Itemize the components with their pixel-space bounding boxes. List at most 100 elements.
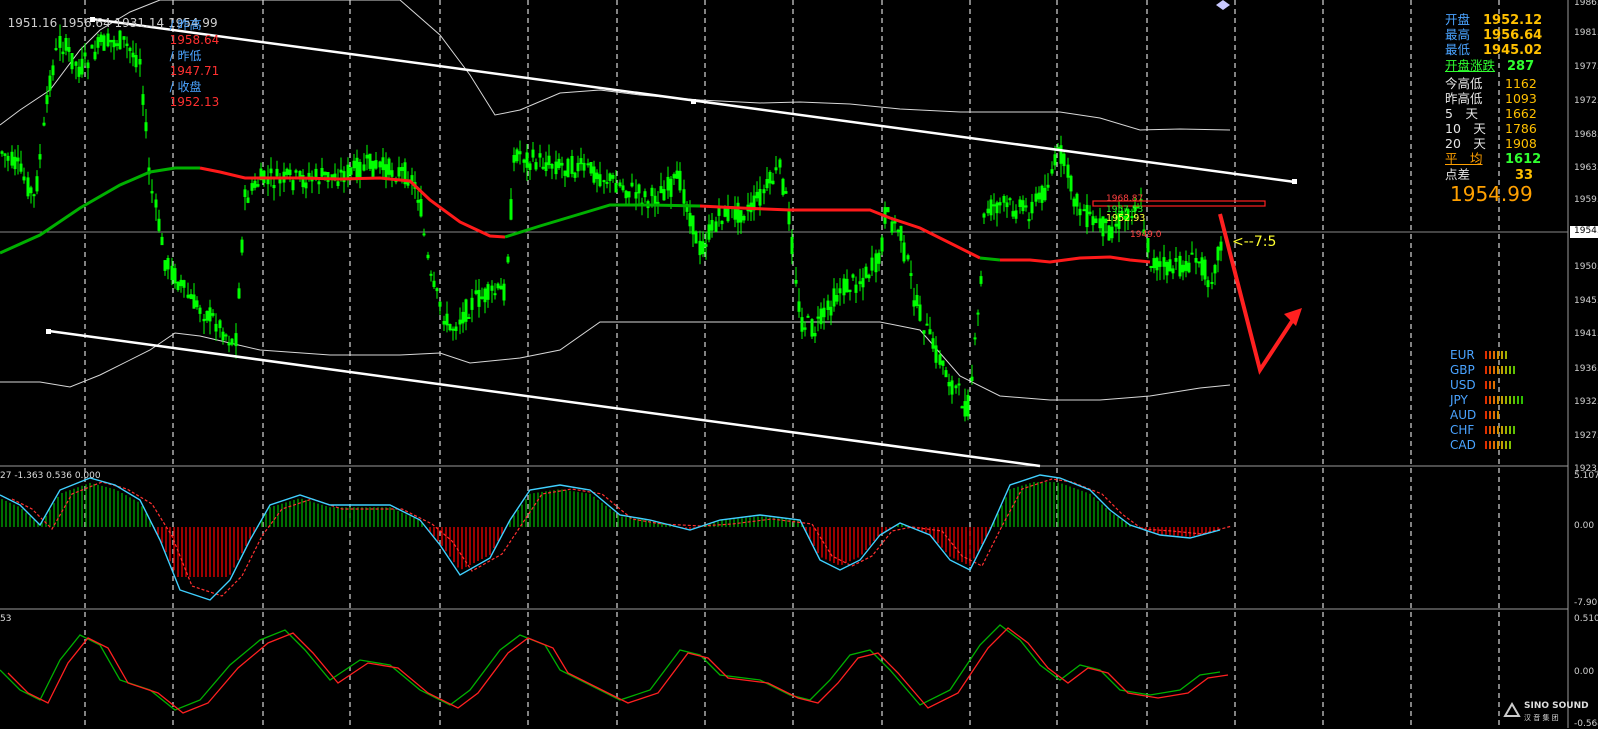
strength-bar (1501, 366, 1503, 374)
strength-bar (1489, 366, 1491, 374)
d20-label: 20 天 (1445, 136, 1486, 151)
strength-bar (1497, 411, 1499, 419)
strength-bar (1517, 396, 1519, 404)
candle-body (957, 383, 961, 386)
channel-anchor-2[interactable] (691, 99, 696, 104)
strength-bar (1497, 441, 1499, 449)
info-low: 最低 1945.02 (1445, 42, 1542, 58)
price-axis-label: 1950.30 (1574, 262, 1598, 272)
candle-body (224, 334, 228, 337)
event-marker-icon[interactable] (1216, 0, 1230, 10)
change-value: 287 (1507, 59, 1535, 74)
prev-low-value: 1947.71 (169, 64, 220, 78)
info-20d: 20 天 1908 (1445, 136, 1537, 151)
prev-close-value: 1952.13 (169, 95, 220, 109)
info-5d: 5 天 1662 (1445, 106, 1537, 121)
strength-bar (1489, 441, 1491, 449)
chart-canvas[interactable]: 1968.87 1957.53 1952.93 1949.0 <--7:5 (0, 0, 1598, 728)
d5-value: 1662 (1505, 106, 1537, 121)
strength-bar (1485, 426, 1487, 434)
info-yday-range: 昨高低 1093 (1445, 91, 1537, 106)
info-change: 开盘涨跌 287 (1445, 58, 1534, 74)
strength-bar (1513, 366, 1515, 374)
candle-body (32, 194, 36, 197)
price-axis-label: 1959.30 (1574, 195, 1598, 205)
price-axis-label: 1963.80 (1574, 163, 1598, 173)
currency-strength-bars (1485, 426, 1515, 434)
current-price-tag-text: 1954.99 (1574, 226, 1598, 236)
candle-body (54, 48, 58, 51)
strength-bar (1501, 426, 1503, 434)
strength-bar (1493, 381, 1495, 389)
strength-bar (1489, 351, 1491, 359)
currency-name: CAD (1450, 438, 1476, 452)
price-axis-label: 1945.80 (1574, 296, 1598, 306)
currency-name: USD (1450, 378, 1476, 392)
price-axis-label: 1932.40 (1574, 397, 1598, 407)
currency-row: GBP (1450, 363, 1515, 378)
yday-range-label: 昨高低 (1445, 91, 1483, 106)
d10-value: 1786 (1505, 121, 1537, 136)
strength-bar (1497, 351, 1499, 359)
macd-signal-line (11, 478, 1233, 597)
currency-name: AUD (1450, 408, 1477, 422)
strength-bar (1489, 426, 1491, 434)
strength-bar (1485, 381, 1487, 389)
candle-body (602, 180, 606, 183)
strength-bar (1509, 426, 1511, 434)
currency-strength-bars (1485, 381, 1495, 389)
prev-high-value: 1958.64 (169, 33, 220, 47)
candle-body (467, 317, 471, 319)
strength-bar (1489, 396, 1491, 404)
candle-body (541, 166, 545, 169)
strength-bar (1509, 366, 1511, 374)
strength-bar (1493, 441, 1495, 449)
strength-bar (1489, 411, 1491, 419)
channel-anchor-4[interactable] (46, 329, 51, 334)
sino-sound-logo: SINO SOUND 汉 音 集 团 (1503, 701, 1589, 722)
price-axis-label: 1927.90 (1574, 431, 1598, 441)
ma-segment (979, 256, 1001, 262)
logo-subtitle: 汉 音 集 团 (1524, 713, 1559, 722)
strength-bar (1489, 381, 1491, 389)
price-axis-label: 1977.20 (1574, 62, 1598, 72)
macd-axis-bottom: -7.901 (1574, 598, 1598, 608)
currency-name: JPY (1450, 393, 1468, 407)
candle-body (451, 328, 455, 331)
spread-value: 33 (1515, 168, 1534, 183)
candle-body (806, 315, 810, 318)
stoch-k-line (0, 624, 1221, 711)
info-today-range: 今高低 1162 (1445, 76, 1537, 91)
channel-lower-line[interactable] (48, 329, 1041, 468)
avg-value: 1612 (1505, 152, 1542, 167)
bollinger-lower (0, 321, 1231, 401)
d5-label: 5 天 (1445, 106, 1478, 121)
candle-body (493, 293, 497, 296)
strength-bar (1501, 441, 1503, 449)
ma-segment (199, 166, 506, 239)
strength-bar (1485, 366, 1487, 374)
candle-body (422, 233, 426, 236)
stoch-axis-top: 0.5106 (1574, 614, 1598, 624)
strength-bar (1509, 396, 1511, 404)
strength-bar (1493, 396, 1495, 404)
price-axis-label: 1941.30 (1574, 329, 1598, 339)
ma-segment (1000, 255, 1151, 264)
strength-bar (1505, 441, 1507, 449)
today-range-label: 今高低 (1445, 76, 1483, 91)
info-10d: 10 天 1786 (1445, 121, 1537, 136)
candle-body (1190, 252, 1194, 255)
candle-body (1210, 282, 1214, 284)
strength-bar (1505, 426, 1507, 434)
currency-strength-bars (1485, 441, 1511, 449)
candle-body (976, 312, 980, 315)
channel-anchor-3[interactable] (1292, 179, 1297, 184)
currency-name: GBP (1450, 363, 1475, 377)
currency-row: AUD (1450, 408, 1499, 423)
price-axis-label: 1986.20 (1574, 0, 1598, 8)
forecast-arrowhead (1284, 308, 1302, 326)
strength-bar (1505, 351, 1507, 359)
candle-body (973, 337, 977, 340)
prev-close-label: / 收盘 (169, 80, 202, 94)
candle-body (586, 163, 590, 166)
